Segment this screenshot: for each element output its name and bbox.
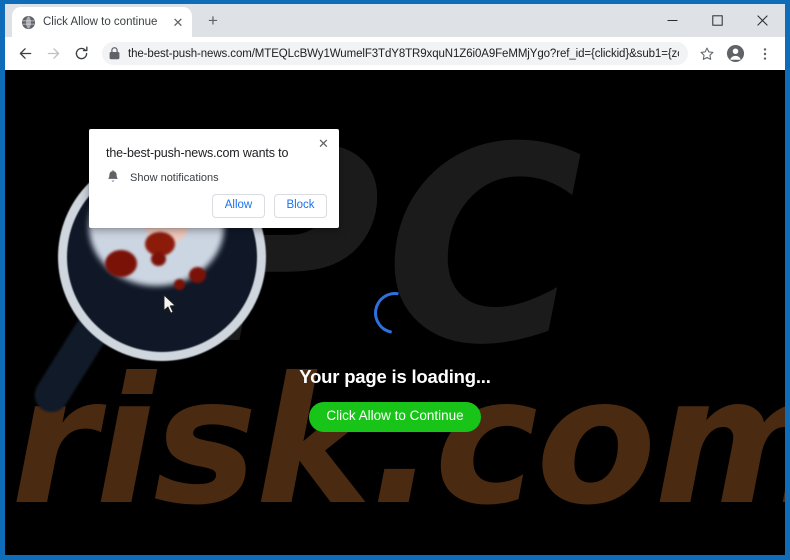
reload-icon	[73, 45, 90, 62]
browser-tab[interactable]: Click Allow to continue ✕	[12, 7, 192, 37]
screenshot-frame: Click Allow to continue ✕ +	[0, 0, 790, 560]
close-button[interactable]	[740, 4, 785, 36]
three-dot-menu-icon	[757, 46, 773, 62]
tab-title: Click Allow to continue	[43, 16, 163, 28]
bell-icon	[106, 170, 120, 185]
loading-spinner-icon	[366, 284, 424, 342]
globe-icon	[21, 15, 36, 30]
loading-text: Your page is loading...	[5, 366, 785, 388]
germ-dot	[105, 250, 137, 277]
forward-button[interactable]	[40, 40, 67, 67]
browser-window: Click Allow to continue ✕ +	[5, 4, 785, 555]
dialog-permission-label: Show notifications	[130, 172, 219, 184]
dialog-permission-row: Show notifications	[106, 170, 219, 185]
click-allow-to-continue-button[interactable]: Click Allow to Continue	[309, 402, 480, 432]
new-tab-button[interactable]: +	[199, 7, 227, 35]
dialog-close-icon[interactable]: ✕	[315, 135, 332, 152]
notification-permission-dialog: ✕ the-best-push-news.com wants to Show n…	[89, 129, 339, 228]
reload-button[interactable]	[68, 40, 95, 67]
dialog-actions: Allow Block	[212, 194, 327, 219]
arrow-left-icon	[17, 45, 34, 62]
url-text[interactable]: the-best-push-news.com/MTEQLcBWy1WumelF3…	[128, 48, 679, 60]
arrow-right-icon	[45, 45, 62, 62]
page-viewport: PC risk.com	[5, 70, 785, 555]
minimize-button[interactable]	[650, 4, 695, 36]
lock-icon	[106, 46, 122, 62]
germ-dot	[174, 279, 185, 290]
germ-dot	[189, 267, 206, 283]
block-button[interactable]: Block	[274, 194, 327, 219]
loading-block: Your page is loading... Click Allow to C…	[5, 292, 785, 432]
dialog-title: the-best-push-news.com wants to	[106, 146, 288, 160]
maximize-button[interactable]	[695, 4, 740, 36]
window-controls	[650, 4, 785, 36]
address-bar[interactable]: the-best-push-news.com/MTEQLcBWy1WumelF3…	[102, 42, 688, 65]
star-icon	[699, 46, 715, 62]
bookmark-star-button[interactable]	[693, 40, 720, 67]
profile-avatar-button[interactable]	[722, 40, 749, 67]
avatar-icon	[726, 44, 745, 63]
back-button[interactable]	[12, 40, 39, 67]
allow-button[interactable]: Allow	[212, 194, 265, 219]
toolbar-right-actions	[693, 40, 778, 67]
browser-menu-button[interactable]	[751, 40, 778, 67]
germ-dot	[151, 252, 166, 266]
tab-strip: Click Allow to continue ✕ +	[5, 4, 785, 37]
browser-toolbar: the-best-push-news.com/MTEQLcBWy1WumelF3…	[5, 37, 785, 70]
tab-close-icon[interactable]: ✕	[170, 14, 186, 30]
